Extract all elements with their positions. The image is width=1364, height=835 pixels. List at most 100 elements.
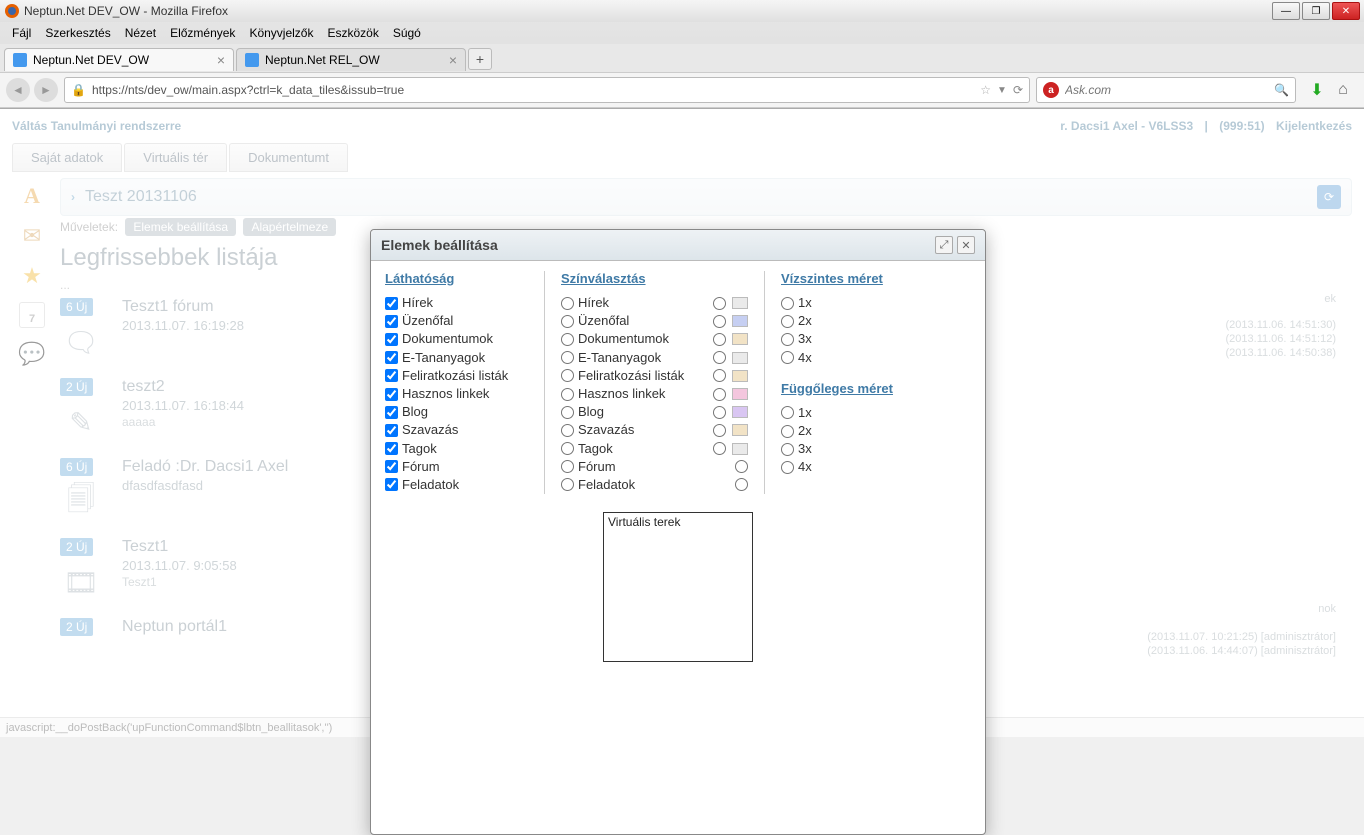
color-radio[interactable] bbox=[561, 478, 574, 491]
color-heading: Színválasztás bbox=[561, 271, 748, 286]
visibility-checkbox[interactable] bbox=[385, 315, 398, 328]
hsize-option-radio[interactable] bbox=[781, 315, 794, 328]
color-swatch-radio[interactable] bbox=[713, 333, 726, 346]
window-chrome: Neptun.Net DEV_OW - Mozilla Firefox — ❐ … bbox=[0, 0, 1364, 109]
visibility-checkbox[interactable] bbox=[385, 478, 398, 491]
vsize-option-label: 4x bbox=[798, 458, 812, 476]
color-swatch-radio[interactable] bbox=[713, 406, 726, 419]
maximize-button[interactable]: ❐ bbox=[1302, 2, 1330, 20]
close-window-button[interactable]: ✕ bbox=[1332, 2, 1360, 20]
color-option: Fórum bbox=[561, 458, 748, 476]
color-swatch-radio[interactable] bbox=[713, 297, 726, 310]
color-radio[interactable] bbox=[561, 442, 574, 455]
visibility-checkbox[interactable] bbox=[385, 388, 398, 401]
color-radio[interactable] bbox=[561, 369, 574, 382]
minimize-button[interactable]: — bbox=[1272, 2, 1300, 20]
menu-tools[interactable]: Eszközök bbox=[321, 24, 384, 42]
visibility-column: Láthatóság HírekÜzenőfalDokumentumokE-Ta… bbox=[385, 271, 545, 494]
color-column: Színválasztás HírekÜzenőfalDokumentumokE… bbox=[545, 271, 765, 494]
dialog-body: Láthatóság HírekÜzenőfalDokumentumokE-Ta… bbox=[371, 261, 985, 834]
search-input[interactable] bbox=[1065, 83, 1268, 97]
menu-view[interactable]: Nézet bbox=[119, 24, 162, 42]
vsize-heading: Függőleges méret bbox=[781, 381, 955, 396]
search-box[interactable]: a 🔍 bbox=[1036, 77, 1296, 103]
vsize-option: 4x bbox=[781, 458, 955, 476]
visibility-checkbox[interactable] bbox=[385, 406, 398, 419]
color-swatch-radio[interactable] bbox=[713, 315, 726, 328]
visibility-checkbox[interactable] bbox=[385, 351, 398, 364]
new-tab-button[interactable]: + bbox=[468, 48, 492, 70]
tab-close-icon[interactable]: × bbox=[217, 53, 225, 67]
virtualis-terek-box[interactable]: Virtuális terek bbox=[603, 512, 753, 662]
color-label: Feliratkozási listák bbox=[578, 367, 684, 385]
color-radio[interactable] bbox=[561, 424, 574, 437]
color-swatch-radio[interactable] bbox=[735, 460, 748, 473]
tab-label: Neptun.Net REL_OW bbox=[265, 53, 380, 67]
url-dropdown-icon[interactable]: ▼ bbox=[997, 85, 1007, 96]
color-option: Feladatok bbox=[561, 476, 748, 494]
color-radio[interactable] bbox=[561, 297, 574, 310]
color-radio[interactable] bbox=[561, 388, 574, 401]
color-radio[interactable] bbox=[561, 351, 574, 364]
color-radio[interactable] bbox=[561, 406, 574, 419]
color-swatch-radio[interactable] bbox=[713, 351, 726, 364]
color-radio[interactable] bbox=[561, 333, 574, 346]
color-swatch-radio[interactable] bbox=[713, 369, 726, 382]
visibility-option: Üzenőfal bbox=[385, 312, 528, 330]
color-swatch-radio[interactable] bbox=[735, 478, 748, 491]
browser-tab-1[interactable]: Neptun.Net DEV_OW × bbox=[4, 48, 234, 71]
visibility-checkbox[interactable] bbox=[385, 369, 398, 382]
firefox-icon bbox=[4, 3, 20, 19]
back-button[interactable]: ◄ bbox=[6, 78, 30, 102]
visibility-checkbox[interactable] bbox=[385, 297, 398, 310]
visibility-label: Tagok bbox=[402, 440, 437, 458]
hsize-option-radio[interactable] bbox=[781, 297, 794, 310]
download-icon[interactable]: ⬇ bbox=[1308, 81, 1326, 99]
menu-bookmarks[interactable]: Könyvjelzők bbox=[243, 24, 319, 42]
visibility-checkbox[interactable] bbox=[385, 460, 398, 473]
color-radio[interactable] bbox=[561, 315, 574, 328]
visibility-option: E-Tananyagok bbox=[385, 349, 528, 367]
color-swatch bbox=[732, 315, 748, 327]
hsize-option-radio[interactable] bbox=[781, 333, 794, 346]
hsize-option-radio[interactable] bbox=[781, 351, 794, 364]
url-box[interactable]: 🔒 https://nts/dev_ow/main.aspx?ctrl=k_da… bbox=[64, 77, 1030, 103]
vsize-option-radio[interactable] bbox=[781, 425, 794, 438]
browser-tab-2[interactable]: Neptun.Net REL_OW × bbox=[236, 48, 466, 71]
color-label: Szavazás bbox=[578, 421, 634, 439]
visibility-option: Blog bbox=[385, 403, 528, 421]
visibility-checkbox[interactable] bbox=[385, 333, 398, 346]
lock-icon: 🔒 bbox=[71, 83, 86, 97]
search-icon[interactable]: 🔍 bbox=[1274, 83, 1289, 97]
visibility-checkbox[interactable] bbox=[385, 442, 398, 455]
color-option: E-Tananyagok bbox=[561, 349, 748, 367]
menu-file[interactable]: Fájl bbox=[6, 24, 37, 42]
color-option: Hasznos linkek bbox=[561, 385, 748, 403]
visibility-label: E-Tananyagok bbox=[402, 349, 485, 367]
reload-icon[interactable]: ⟳ bbox=[1013, 83, 1023, 97]
dialog-close-button[interactable]: ✕ bbox=[957, 236, 975, 254]
vsize-option-radio[interactable] bbox=[781, 443, 794, 456]
forward-button[interactable]: ► bbox=[34, 78, 58, 102]
visibility-option: Szavazás bbox=[385, 421, 528, 439]
vsize-option-radio[interactable] bbox=[781, 406, 794, 419]
color-swatch-radio[interactable] bbox=[713, 424, 726, 437]
color-swatch-radio[interactable] bbox=[713, 442, 726, 455]
color-swatch bbox=[732, 352, 748, 364]
color-label: Dokumentumok bbox=[578, 330, 669, 348]
visibility-checkbox[interactable] bbox=[385, 424, 398, 437]
color-label: E-Tananyagok bbox=[578, 349, 661, 367]
color-swatch-radio[interactable] bbox=[713, 388, 726, 401]
dialog-expand-button[interactable]: ⤢ bbox=[935, 236, 953, 254]
color-radio[interactable] bbox=[561, 460, 574, 473]
vsize-option-radio[interactable] bbox=[781, 461, 794, 474]
menu-help[interactable]: Súgó bbox=[387, 24, 427, 42]
color-label: Hírek bbox=[578, 294, 609, 312]
bookmark-star-icon[interactable]: ☆ bbox=[980, 83, 991, 97]
visibility-label: Hasznos linkek bbox=[402, 385, 489, 403]
menu-edit[interactable]: Szerkesztés bbox=[39, 24, 116, 42]
menu-history[interactable]: Előzmények bbox=[164, 24, 241, 42]
tab-close-icon[interactable]: × bbox=[449, 53, 457, 67]
home-icon[interactable]: ⌂ bbox=[1334, 81, 1352, 99]
dialog-titlebar[interactable]: Elemek beállítása ⤢ ✕ bbox=[371, 230, 985, 261]
